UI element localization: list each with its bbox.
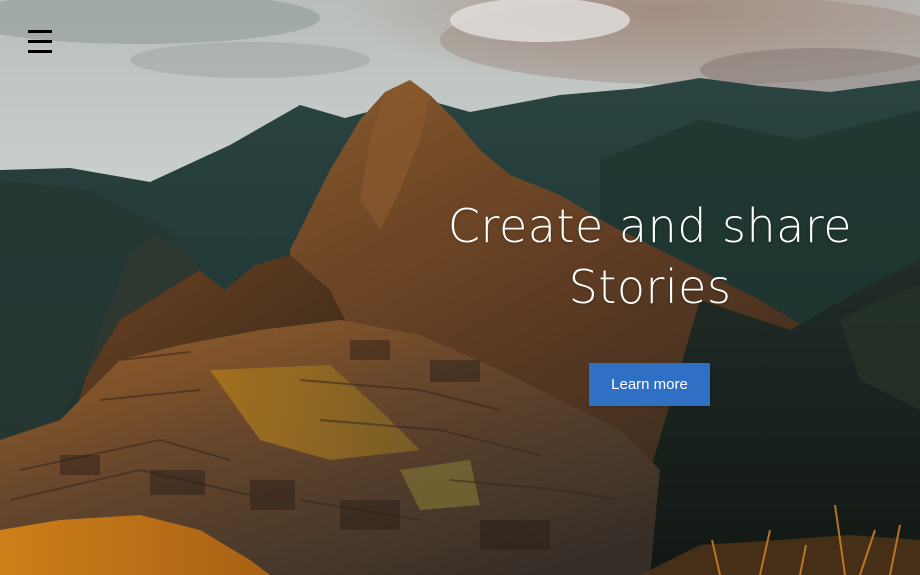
menu-bar-middle	[28, 40, 52, 43]
hero-section: Create and share Stories Learn more	[0, 0, 920, 575]
hero-title: Create and share Stories	[440, 196, 860, 318]
hamburger-menu-icon[interactable]	[28, 29, 52, 55]
hero-title-line-2: Stories	[568, 260, 732, 314]
hero-title-line-1: Create and share	[447, 199, 853, 253]
menu-bar-top	[28, 30, 52, 33]
learn-more-button[interactable]: Learn more	[589, 363, 710, 406]
menu-bar-bottom	[28, 50, 52, 53]
